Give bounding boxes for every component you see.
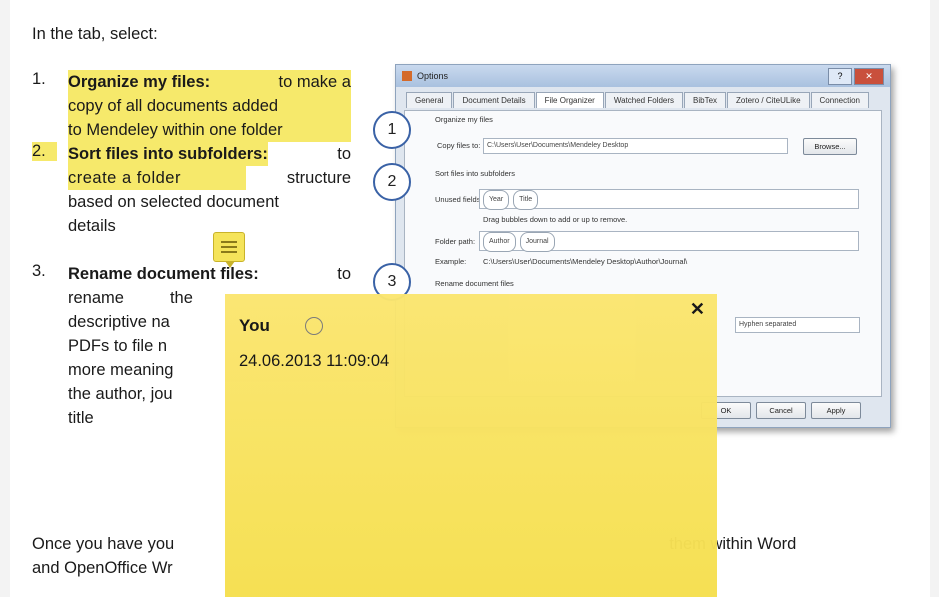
folder-label: Folder path: [435,237,476,246]
footer-line-2: and OpenOffice Wr [32,559,173,577]
drag-hint: Drag bubbles down to add or up to remove… [483,215,628,224]
tab-watched-folders: Watched Folders [604,92,684,108]
list-line: copy of all documents added [68,94,351,118]
example-label: Example: [435,257,467,266]
unused-fields-box: Year Title [479,189,859,210]
note-datetime: 24.06.2013 11:09:04 [239,352,390,370]
cancel-button: Cancel [756,402,806,419]
app-icon [402,71,412,81]
close-icon: ✕ [854,68,884,85]
apply-button: Apply [811,402,861,419]
copy-path-field: C:\Users\User\Documents\Mendeley Desktop [483,138,788,154]
tab-zotero: Zotero / CiteULike [727,92,810,108]
intro-text: In the tab, select: [32,25,158,43]
list-number: 1. [32,70,46,88]
tab-bibtex: BibTex [684,92,727,108]
browse-button: Browse... [803,138,857,155]
rename-checkbox-label: Rename document files [435,279,514,288]
note-author: You [239,316,270,335]
dialog-titlebar: Options [396,65,890,87]
window-controls: ? ✕ [828,68,884,85]
example-path: C:\Users\User\Documents\Mendeley Desktop… [483,257,688,266]
callout-1: 1 [373,111,411,149]
list-line: create a folder structure [68,166,351,190]
list-number: 3. [32,262,46,280]
dialog-tabs: General Document Details File Organizer … [406,92,870,108]
list-line: Sort files into subfolders: to [68,142,351,166]
tab-connection: Connection [810,92,869,108]
list-line: to Mendeley within one folder [68,118,351,142]
callout-2: 2 [373,163,411,201]
document-page: In the tab, select: 1. Organize my files… [10,0,930,597]
sort-checkbox-label: Sort files into subfolders [435,169,516,178]
list-line: Organize my files: to make a [68,70,351,94]
list-line: based on selected document [68,193,279,211]
copy-label: Copy files to: [437,141,481,150]
separator-select: Hyphen separated [735,317,860,333]
organize-checkbox-label: Organize my files [435,115,493,124]
tab-document-details: Document Details [453,92,535,108]
sticky-note-icon[interactable] [213,232,245,268]
list-line: details [68,217,116,235]
status-circle-icon [305,317,323,335]
unused-label: Unused fields: [435,195,483,204]
sticky-note-popup[interactable]: You 24.06.2013 11:09:04 ✕ [225,294,717,597]
close-icon[interactable]: ✕ [690,299,705,320]
help-icon: ? [828,68,852,85]
tab-general: General [406,92,453,108]
tab-file-organizer: File Organizer [535,92,604,108]
list-number: 2. [32,142,57,161]
list-line: Rename document files: to [68,265,351,283]
folder-fields-box: Author Journal [479,231,859,252]
